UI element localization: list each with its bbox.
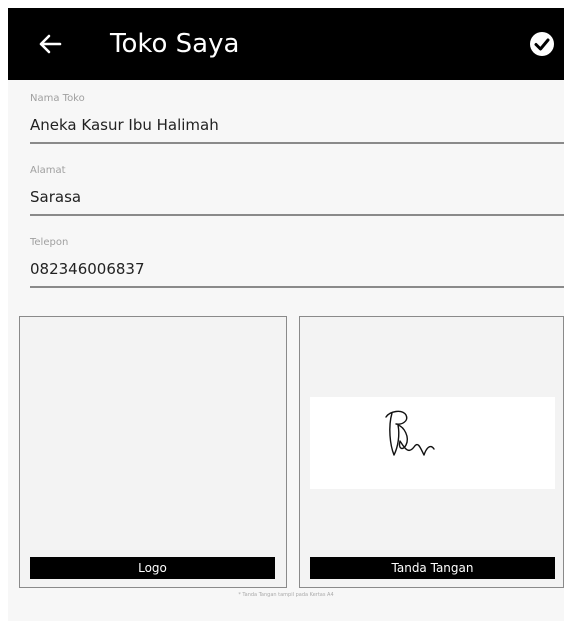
phone-underline [30,286,564,288]
screen: Toko Saya Nama Toko Aneka Kasur Ibu Hali… [8,8,564,621]
arrow-left-icon [39,34,62,54]
phone-field[interactable]: Telepon 082346006837 [30,236,564,288]
address-field[interactable]: Alamat Sarasa [30,164,564,216]
address-underline [30,214,564,216]
check-circle-icon [530,32,554,56]
signature-drawing [385,410,435,456]
logo-picker[interactable]: Logo [19,316,287,588]
back-button[interactable] [30,24,70,64]
store-name-label: Nama Toko [30,93,85,104]
signature-image [310,397,555,489]
store-name-field[interactable]: Nama Toko Aneka Kasur Ibu Halimah [30,92,564,144]
address-input[interactable]: Sarasa [30,186,564,208]
store-name-underline [30,142,564,144]
logo-caption: Logo [30,557,275,579]
phone-input[interactable]: 082346006837 [30,258,564,280]
signature-picker[interactable]: Tanda Tangan [299,316,564,588]
phone-label: Telepon [30,237,69,248]
signature-caption: Tanda Tangan [310,557,555,579]
app-bar: Toko Saya [8,8,564,80]
save-button[interactable] [528,30,556,58]
address-label: Alamat [30,165,66,176]
store-name-input[interactable]: Aneka Kasur Ibu Halimah [30,114,564,136]
footer-note: * Tanda Tangan tampil pada Kertas A4 [238,592,334,598]
page-title: Toko Saya [110,29,240,59]
